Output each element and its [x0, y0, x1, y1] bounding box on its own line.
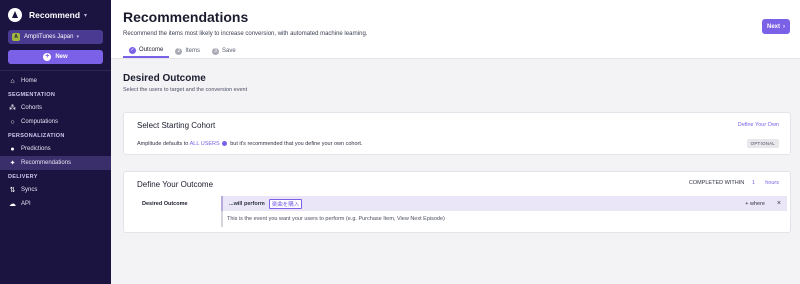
page-subtitle: Recommend the items most likely to incre… — [123, 31, 368, 37]
tab-items[interactable]: 2 Items — [169, 44, 206, 58]
cohorts-icon: ⁂ — [9, 105, 16, 112]
sidebar-item-label: Computations — [21, 119, 59, 125]
section-segmentation: SEGMENTATION — [8, 91, 56, 98]
completed-unit-select[interactable]: hours — [765, 180, 779, 186]
plus-icon: + — [43, 53, 52, 61]
sidebar-item-predictions[interactable]: ● Predictions — [0, 142, 111, 156]
section-subtitle: Select the users to target and the conve… — [123, 87, 248, 93]
add-where-button[interactable]: + where — [745, 201, 765, 207]
predictions-icon: ● — [10, 145, 15, 153]
tab-label: Outcome — [139, 47, 164, 53]
perform-text: ...will perform — [229, 200, 265, 207]
new-button-label: New — [55, 54, 68, 60]
completed-label: COMPLETED WITHIN — [688, 180, 745, 186]
section-title: Desired Outcome — [123, 73, 206, 84]
tab-save[interactable]: 3 Save — [206, 44, 242, 58]
step-number-icon: 2 — [175, 47, 183, 55]
check-icon: ✓ — [129, 46, 136, 54]
org-name: AmpliTunes Japan — [24, 34, 74, 40]
tab-outcome[interactable]: ✓ Outcome — [123, 44, 170, 58]
desired-outcome-label: Desired Outcome — [142, 201, 188, 207]
event-selector[interactable]: 楽曲を購入 — [268, 198, 303, 209]
section-delivery: DELIVERY — [8, 173, 38, 180]
sidebar: Recommend ▾ A AmpliTunes Japan ▾ + New ⌂… — [0, 0, 111, 284]
app-switcher[interactable]: Recommend ▾ — [0, 0, 111, 30]
tab-label: Items — [185, 48, 201, 54]
sidebar-item-cohorts[interactable]: ⁂ Cohorts — [0, 101, 111, 115]
event-row: ...will perform 楽曲を購入 + where × — [221, 196, 787, 211]
sidebar-item-home[interactable]: ⌂ Home — [0, 74, 111, 88]
cloud-icon: ☁ — [9, 201, 16, 208]
sidebar-item-computations[interactable]: ○ Computations — [0, 115, 111, 129]
sidebar-item-recommendations[interactable]: ✦ Recommendations — [0, 156, 111, 170]
sidebar-item-label: Cohorts — [21, 105, 43, 111]
chevron-right-icon: › — [783, 23, 785, 30]
chevron-down-icon: ▾ — [76, 34, 79, 40]
optional-badge: OPTIONAL — [746, 139, 779, 148]
card-title: Define Your Outcome — [137, 180, 214, 189]
sidebar-item-label: API — [21, 201, 31, 207]
tab-label: Save — [222, 48, 236, 54]
info-icon[interactable] — [221, 141, 227, 147]
define-outcome-card: Define Your Outcome COMPLETED WITHIN 1 h… — [123, 171, 791, 233]
starting-cohort-card: Select Starting Cohort Define Your Own A… — [123, 112, 791, 155]
section-personalization: PERSONALIZATION — [8, 132, 65, 139]
next-button[interactable]: Next › — [762, 19, 790, 34]
sidebar-item-label: Syncs — [21, 187, 38, 193]
app-name: Recommend — [29, 10, 81, 20]
org-avatar: A — [12, 33, 20, 41]
desired-outcome-header: Desired Outcome Select the users to targ… — [111, 59, 800, 103]
sidebar-item-label: Recommendations — [21, 160, 72, 166]
sidebar-item-api[interactable]: ☁ API — [0, 197, 111, 211]
page-title: Recommendations — [123, 9, 249, 25]
tab-bar: ✓ Outcome 2 Items 3 Save — [123, 44, 242, 58]
chevron-down-icon: ▾ — [84, 12, 88, 19]
page-header: Recommendations Recommend the items most… — [111, 0, 800, 59]
home-icon: ⌂ — [10, 77, 15, 85]
next-button-label: Next — [766, 23, 780, 30]
card-title: Select Starting Cohort — [137, 121, 216, 130]
divider — [221, 211, 223, 227]
org-selector[interactable]: A AmpliTunes Japan ▾ — [8, 30, 103, 44]
completed-value-input[interactable]: 1 — [752, 180, 755, 186]
amplitude-logo-icon — [8, 8, 22, 22]
cohort-text-before: Amplitude defaults to — [137, 141, 189, 147]
recommendations-icon: ✦ — [9, 160, 16, 167]
cohort-text-after: but it's recommended that you define you… — [230, 141, 363, 147]
step-number-icon: 3 — [212, 47, 220, 55]
sidebar-item-syncs[interactable]: ⇅ Syncs — [0, 183, 111, 197]
completed-within: COMPLETED WITHIN 1 hours — [689, 180, 779, 186]
syncs-icon: ⇅ — [9, 187, 16, 194]
event-hint: This is the event you want your users to… — [227, 216, 445, 222]
new-button[interactable]: + New — [8, 50, 103, 64]
define-your-own-link[interactable]: Define Your Own — [738, 122, 779, 128]
computations-icon: ○ — [10, 118, 15, 126]
all-users-link[interactable]: ALL USERS — [190, 141, 220, 147]
cohort-description: Amplitude defaults to ALL USERS but it's… — [137, 141, 362, 147]
sidebar-item-label: Predictions — [21, 146, 51, 152]
close-icon[interactable]: × — [777, 200, 781, 207]
main-content: Recommendations Recommend the items most… — [111, 0, 800, 284]
sidebar-item-label: Home — [21, 78, 38, 84]
